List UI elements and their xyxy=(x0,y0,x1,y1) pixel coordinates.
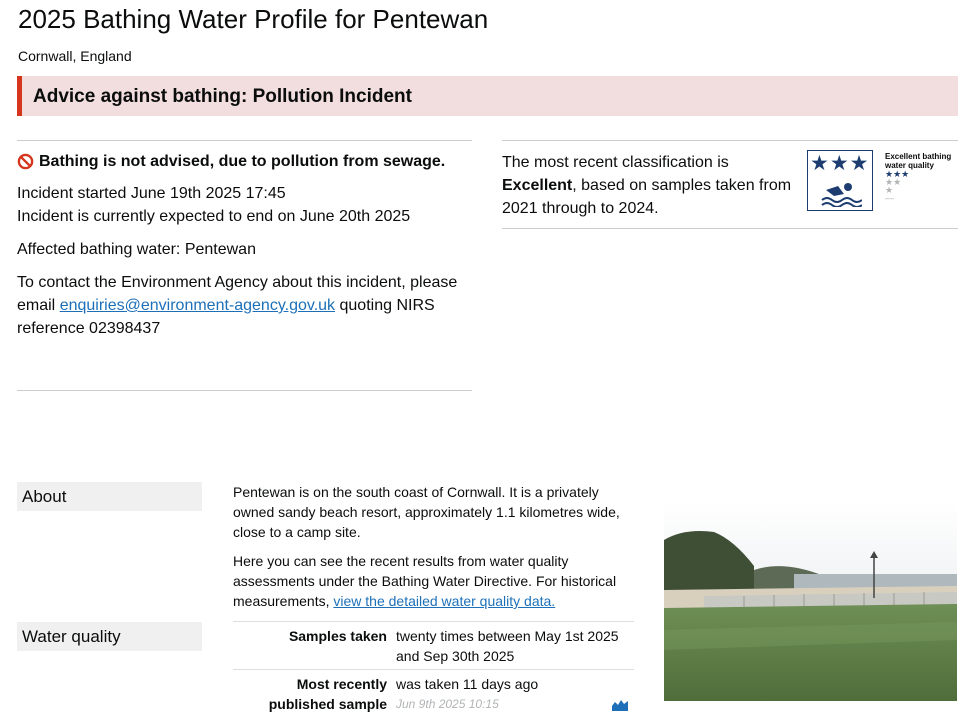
contact-email-link[interactable]: enquiries@environment-agency.gov.uk xyxy=(60,297,335,314)
affected-bathing-water: Affected bathing water: Pentewan xyxy=(17,241,256,258)
legend-row-sufficient: ★ xyxy=(885,185,894,195)
about-paragraph: Pentewan is on the south coast of Cornwa… xyxy=(233,484,620,540)
recent-sample-label: Most recently published sample xyxy=(268,676,387,712)
classification-badge: ★★★ xyxy=(807,150,873,211)
beach-photo xyxy=(664,500,957,701)
swimmer-icon xyxy=(821,183,862,207)
legend-title: Excellent bathing water quality xyxy=(885,152,952,170)
about-section: Pentewan is on the south coast of Cornwa… xyxy=(233,482,633,611)
classification-text: The most recent classification is Excell… xyxy=(502,151,797,220)
samples-taken-label: Samples taken xyxy=(288,628,387,644)
advice-banner: Advice against bathing: Pollution Incide… xyxy=(17,76,958,116)
water-quality-table: Samples taken twenty times between May 1… xyxy=(233,621,634,717)
incident-contact: To contact the Environment Agency about … xyxy=(17,271,472,340)
page-title: 2025 Bathing Water Profile for Pentewan xyxy=(18,4,489,34)
area-chart-icon[interactable] xyxy=(612,698,628,711)
detailed-data-link[interactable]: view the detailed water quality data. xyxy=(333,593,555,609)
table-row: Most recently published sample was taken… xyxy=(233,669,634,717)
incident-expected-end: Incident is currently expected to end on… xyxy=(17,208,411,225)
about-heading: About xyxy=(17,482,202,511)
incident-panel: Bathing is not advised, due to pollution… xyxy=(17,140,472,391)
samples-taken-value: twenty times between May 1st 2025 and Se… xyxy=(396,628,619,664)
legend-row-poor: — xyxy=(885,193,894,203)
incident-warning-text: Bathing is not advised, due to pollution… xyxy=(39,153,446,170)
classification-legend: Excellent bathing water quality ★★★ ★★ ★… xyxy=(885,152,965,203)
classification-rating: Excellent xyxy=(502,177,573,194)
recent-sample-timestamp: Jun 9th 2025 10:15 xyxy=(396,697,499,711)
recent-sample-age: was taken 11 days ago xyxy=(396,676,539,692)
legend-row-good: ★★ xyxy=(885,177,902,187)
classification-pre: The most recent classification is xyxy=(502,154,729,171)
location-subtitle: Cornwall, England xyxy=(18,48,132,64)
about-paragraph-results: Here you can see the recent results from… xyxy=(233,551,633,611)
classification-panel: The most recent classification is Excell… xyxy=(502,140,958,229)
incident-warning: Bathing is not advised, due to pollution… xyxy=(17,150,472,173)
water-quality-heading: Water quality xyxy=(17,622,202,651)
prohibited-icon xyxy=(17,153,34,170)
recent-sample-value: was taken 11 days ago Jun 9th 2025 10:15 xyxy=(393,674,634,714)
table-row: Samples taken twenty times between May 1… xyxy=(233,621,634,669)
badge-stars: ★★★ xyxy=(810,152,870,175)
incident-start: Incident started June 19th 2025 17:45 xyxy=(17,185,286,202)
